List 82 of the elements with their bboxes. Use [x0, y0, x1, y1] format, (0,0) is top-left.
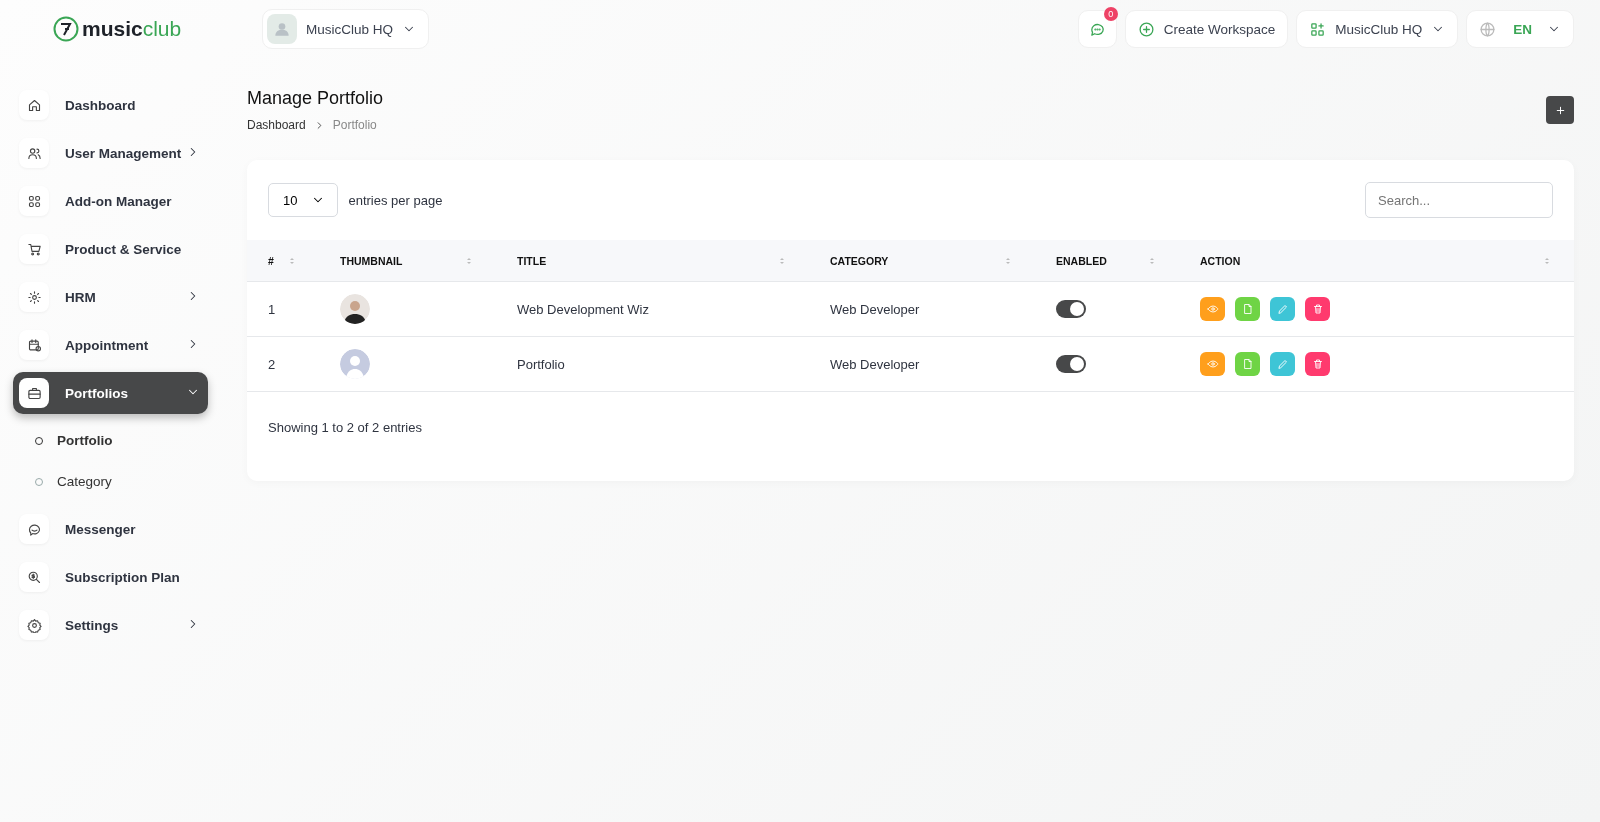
sidebar-label: User Management — [65, 145, 183, 161]
pencil-icon — [1276, 303, 1289, 315]
settings-icon — [26, 617, 42, 633]
table-cell: Web Developer — [809, 336, 1035, 392]
view-button[interactable] — [1200, 297, 1225, 321]
submenu-item[interactable]: Portfolio — [13, 420, 208, 461]
table-cell: 1 — [247, 281, 319, 337]
trash-icon — [1311, 358, 1324, 370]
table-cell: Web Development Wiz — [496, 281, 809, 337]
sidebar-item[interactable]: Subscription Plan — [13, 556, 208, 598]
document-icon — [1241, 358, 1254, 370]
logo-icon — [53, 16, 79, 42]
enabled-toggle[interactable] — [1056, 300, 1086, 318]
sidebar-label: Portfolios — [65, 385, 129, 401]
grid-icon — [26, 193, 42, 209]
sidebar-item[interactable]: HRM — [13, 276, 208, 318]
sidebar-item[interactable]: Product & Service — [13, 228, 208, 270]
apps-add-icon — [1309, 20, 1327, 38]
delete-button[interactable] — [1305, 297, 1330, 321]
briefcase-icon — [26, 385, 42, 401]
column-header[interactable]: ACTION — [1200, 254, 1241, 267]
edit-button[interactable] — [1270, 297, 1295, 321]
workspace-selector[interactable]: MusicClub HQ — [262, 9, 430, 49]
add-button[interactable] — [1546, 96, 1574, 124]
create-workspace-button[interactable]: Create Workspace — [1124, 10, 1289, 48]
search-field[interactable]: Search... — [1365, 182, 1553, 218]
notification-count: 0 — [1103, 7, 1118, 21]
eye-icon — [1206, 303, 1219, 315]
search-dollar-icon — [26, 569, 42, 585]
document-icon — [1241, 303, 1254, 315]
sidebar-item[interactable]: Dashboard — [13, 84, 208, 126]
sidebar-item[interactable]: Messenger — [13, 508, 208, 550]
pencil-icon — [1276, 358, 1289, 370]
trash-icon — [1311, 303, 1324, 315]
sidebar-label: Dashboard — [65, 97, 137, 113]
pagination-info: Showing 1 to 2 of 2 entries — [267, 419, 423, 435]
users-icon — [26, 145, 42, 161]
column-header[interactable]: # — [268, 254, 274, 267]
cart-icon — [26, 241, 42, 257]
page-size-select[interactable]: 10 — [268, 183, 339, 217]
eye-icon — [1206, 358, 1219, 370]
enabled-toggle[interactable] — [1056, 355, 1086, 373]
sidebar-label: Appointment — [65, 337, 150, 353]
breadcrumb-link[interactable]: Dashboard — [247, 118, 306, 132]
sidebar-label: Messenger — [65, 521, 137, 537]
sidebar-label: Add-on Manager — [65, 193, 173, 209]
table-cell: Web Developer — [809, 281, 1035, 337]
avatar-silhouette — [340, 349, 370, 379]
view-button[interactable] — [1200, 352, 1225, 376]
dotted-circle-icon — [26, 289, 42, 305]
plus-circle-icon — [1137, 20, 1155, 38]
document-button[interactable] — [1235, 352, 1260, 376]
chat-icon — [26, 521, 42, 537]
sidebar-label: HRM — [65, 289, 97, 305]
document-button[interactable] — [1235, 297, 1260, 321]
messages-button[interactable]: 0 — [1077, 10, 1117, 48]
home-icon — [26, 97, 42, 113]
column-header[interactable]: TITLE — [517, 254, 547, 267]
breadcrumb-current: Portfolio — [332, 118, 377, 132]
sidebar-label: Settings — [65, 617, 120, 633]
table-cell: 2 — [247, 336, 319, 392]
sidebar-item[interactable]: User Management — [13, 132, 208, 174]
submenu-item[interactable]: Category — [13, 461, 208, 502]
sidebar-item[interactable]: Appointment — [13, 324, 208, 366]
sidebar-item[interactable]: Settings — [13, 604, 208, 646]
workspace-menu[interactable]: MusicClub HQ — [1296, 10, 1459, 48]
edit-button[interactable] — [1270, 352, 1295, 376]
page-title: Manage Portfolio — [247, 88, 384, 109]
page-size-label: entries per page — [348, 192, 443, 208]
calendar-icon — [26, 337, 42, 353]
delete-button[interactable] — [1305, 352, 1330, 376]
column-header[interactable]: THUMBNAIL — [340, 254, 403, 267]
sidebar-label: Product & Service — [65, 241, 183, 257]
photo-placeholder — [340, 294, 370, 324]
logo-text: musicclub — [82, 17, 182, 41]
column-header[interactable]: CATEGORY — [830, 254, 889, 267]
sidebar-item[interactable]: Portfolios — [13, 372, 208, 414]
globe-icon — [1479, 20, 1497, 38]
sidebar-item[interactable]: Add-on Manager — [13, 180, 208, 222]
column-header[interactable]: ENABLED — [1056, 254, 1107, 267]
sidebar-label: Subscription Plan — [65, 569, 181, 585]
table-cell: Portfolio — [496, 336, 809, 392]
